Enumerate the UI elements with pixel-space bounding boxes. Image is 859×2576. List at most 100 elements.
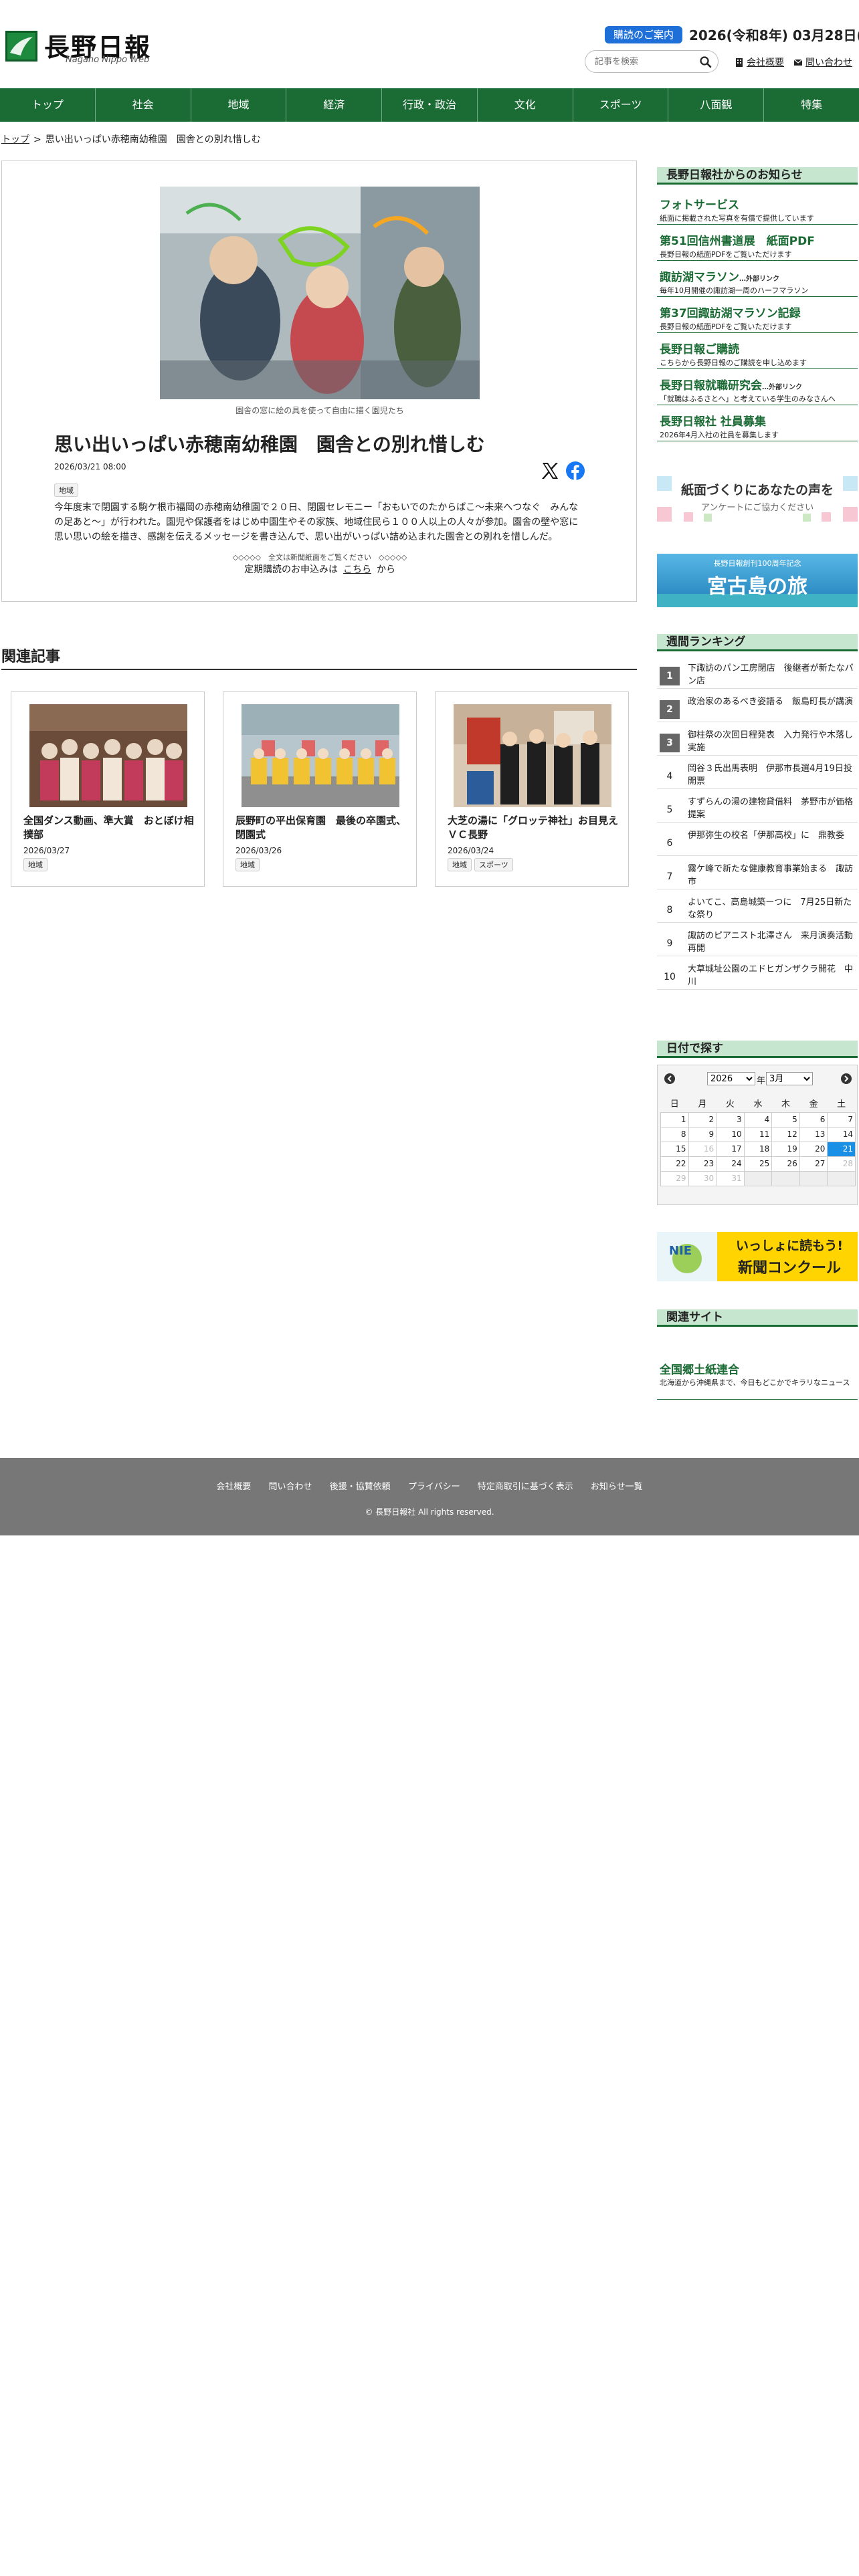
calendar-day[interactable]: 10 (716, 1126, 745, 1142)
calendar-day[interactable]: 4 (743, 1111, 773, 1128)
contact-link[interactable]: 問い合わせ (793, 56, 852, 69)
weekday-label: 日 (670, 1099, 679, 1110)
calendar-day[interactable]: 22 (660, 1156, 689, 1172)
calendar-day[interactable]: 18 (743, 1141, 773, 1157)
tag-label[interactable]: 地域 (448, 858, 472, 871)
company-link[interactable]: 会社概要 (735, 56, 784, 69)
calendar-day[interactable]: 15 (660, 1141, 689, 1157)
calendar-day[interactable]: 23 (688, 1156, 717, 1172)
calendar-day[interactable]: 13 (799, 1126, 828, 1142)
tag-label[interactable]: スポーツ (474, 858, 513, 871)
ranking-item[interactable]: 10 大草城址公園のエドヒガンザクラ開花 中川 (657, 960, 858, 990)
calendar-day[interactable]: 26 (771, 1156, 800, 1172)
footer-link-contact[interactable]: 問い合わせ (269, 1482, 312, 1492)
footer-link-commerce[interactable]: 特定商取引に基づく表示 (478, 1482, 573, 1492)
nav-item-sports[interactable]: スポーツ (573, 88, 669, 122)
calendar-day[interactable]: 25 (743, 1156, 773, 1172)
related-tags: 地域 (235, 858, 262, 871)
ranking-item[interactable]: 5 すずらんの湯の建物貸借料 茅野市が価格提案 (657, 793, 858, 823)
search-box (585, 50, 719, 73)
calendar-day[interactable]: 24 (716, 1156, 745, 1172)
article-tag[interactable]: 地域 (54, 484, 78, 497)
subscribe-badge[interactable]: 購読のご案内 (605, 26, 682, 43)
survey-banner[interactable]: 紙面づくりにあなたの声を アンケートにご協力ください (657, 472, 858, 526)
related-site-link[interactable]: 全国郷土紙連合 (660, 1360, 739, 1377)
news-desc: 毎年10月開催の諏訪湖一周のハーフマラソン (660, 286, 809, 295)
footer-link-company[interactable]: 会社概要 (216, 1482, 251, 1492)
related-tags: 地域 スポーツ (448, 858, 516, 871)
footer-link-notices[interactable]: お知らせ一覧 (591, 1482, 643, 1492)
month-select[interactable]: 3月 (766, 1072, 813, 1085)
mail-icon (793, 58, 803, 67)
news-item[interactable]: 第37回諏訪湖マラソン記録 長野日報の紙面PDFをご覧いただけます (657, 302, 858, 333)
year-select[interactable]: 2026 (707, 1072, 755, 1085)
ranking-item[interactable]: 9 諏訪のピアニスト北澤さん 来月演奏活動再開 (657, 927, 858, 956)
ranking-item[interactable]: 6 伊那弥生の校名「伊那高校」に 鼎教委 (657, 827, 858, 856)
article-photo[interactable] (160, 187, 480, 399)
facebook-share-icon[interactable] (565, 461, 585, 481)
news-item[interactable]: 長野日報ご購読 こちらから長野日報のご購読を申し込めます (657, 338, 858, 369)
calendar-day[interactable]: 9 (688, 1126, 717, 1142)
nav-item-politics[interactable]: 行政・政治 (382, 88, 478, 122)
calendar-day[interactable]: 7 (827, 1111, 856, 1128)
related-card[interactable]: 大芝の湯に「グロッテ神社」お目見え ＶＣ長野 2026/03/24 地域 スポーツ (435, 691, 629, 887)
next-month-icon[interactable] (841, 1073, 852, 1084)
tag-label[interactable]: 地域 (235, 858, 260, 871)
related-site-divider (657, 1399, 858, 1400)
ranking-item[interactable]: 1 下諏訪のパン工房閉店 後継者が新たなパン店 (657, 659, 858, 689)
calendar-day[interactable]: 17 (716, 1141, 745, 1157)
nav-item-column[interactable]: 八面観 (668, 88, 765, 122)
calendar-day[interactable]: 6 (799, 1111, 828, 1128)
footer-link-privacy[interactable]: プライバシー (408, 1482, 460, 1492)
calendar-day[interactable]: 5 (771, 1111, 800, 1128)
ranking-item[interactable]: 4 岡谷３氏出馬表明 伊那市長選4月19日投開票 (657, 760, 858, 789)
news-item[interactable]: 長野日報就職研究会…外部リンク 「就職はふるさとへ」と考えている学生のみなさんへ (657, 374, 858, 405)
subscription-link[interactable]: こちら (343, 564, 371, 575)
nav-item-region[interactable]: 地域 (191, 88, 287, 122)
news-item[interactable]: 第51回信州書道展 紙面PDF 長野日報の紙面PDFをご覧いただけます (657, 230, 858, 261)
site-logo[interactable]: 長野日報 Nagano Nippo Web (5, 28, 166, 66)
logo-emblem (5, 31, 37, 62)
news-title-text: 第51回信州書道展 紙面PDF (660, 235, 815, 248)
calendar-day[interactable]: 11 (743, 1126, 773, 1142)
tag-label[interactable]: 地域 (23, 858, 47, 871)
x-share-icon[interactable] (540, 461, 560, 481)
related-tags: 地域 (23, 858, 50, 871)
ranking-item[interactable]: 8 よいてこ、高島城築ーつに 7月25日新たな祭り (657, 893, 858, 923)
prev-month-icon[interactable] (664, 1073, 675, 1084)
calendar-day[interactable]: 8 (660, 1126, 689, 1142)
footer-link-sponsorship[interactable]: 後援・協賛依頼 (330, 1482, 391, 1492)
news-title-text: 長野日報ご購読 (660, 343, 739, 356)
calendar-day[interactable]: 12 (771, 1126, 800, 1142)
contest-banner[interactable]: NIE いっしょに読もう! 新聞コンクール (657, 1232, 858, 1281)
ranking-item[interactable]: 2 政治家のあるべき姿語る 飯島町長が講演 (657, 693, 858, 722)
nav-item-culture[interactable]: 文化 (478, 88, 573, 122)
news-title: 長野日報社 社員募集 (660, 412, 766, 429)
related-card[interactable]: 全国ダンス動画、準大賞 おとぼけ相撲部 2026/03/27 地域 (11, 691, 205, 887)
rank-title: よいてこ、高島城築ーつに 7月25日新たな祭り (688, 897, 852, 920)
calendar-day[interactable]: 1 (660, 1111, 689, 1128)
nav-item-society[interactable]: 社会 (96, 88, 191, 122)
calendar-day[interactable]: 14 (827, 1126, 856, 1142)
related-card[interactable]: 辰野町の平出保育園 最後の卒園式、閉園式 2026/03/26 地域 (223, 691, 417, 887)
news-item[interactable]: 長野日報社 社員募集 2026年4月入社の社員を募集します (657, 411, 858, 441)
calendar-day[interactable]: 19 (771, 1141, 800, 1157)
rank-title: 大草城址公園のエドヒガンザクラ開花 中川 (688, 964, 854, 987)
calendar-day[interactable]: 21 (827, 1141, 856, 1157)
ranking-item[interactable]: 3 御柱祭の次回日程発表 入力発行や木落し実施 (657, 726, 858, 756)
calendar-day[interactable]: 20 (799, 1141, 828, 1157)
calendar-day[interactable]: 3 (716, 1111, 745, 1128)
search-icon[interactable] (699, 56, 712, 69)
travel-banner[interactable]: 長野日報創刊100周年記念 宮古島の旅 (657, 554, 858, 607)
nav-item-economy[interactable]: 経済 (286, 88, 383, 122)
calendar-day[interactable]: 2 (688, 1111, 717, 1128)
news-item[interactable]: フォトサービス 紙面に掲載された写真を有償で提供しています (657, 194, 858, 225)
breadcrumb-home[interactable]: トップ (1, 134, 29, 145)
nav-item-top[interactable]: トップ (0, 88, 96, 122)
calendar-day[interactable]: 27 (799, 1156, 828, 1172)
nav-item-features[interactable]: 特集 (764, 88, 859, 122)
search-input[interactable] (595, 55, 695, 68)
news-item[interactable]: 諏訪湖マラソン…外部リンク 毎年10月開催の諏訪湖一周のハーフマラソン (657, 266, 858, 297)
ranking-item[interactable]: 7 霧ケ峰で新たな健康教育事業始まる 諏訪市 (657, 860, 858, 889)
calendar-empty-cell (827, 1170, 856, 1186)
